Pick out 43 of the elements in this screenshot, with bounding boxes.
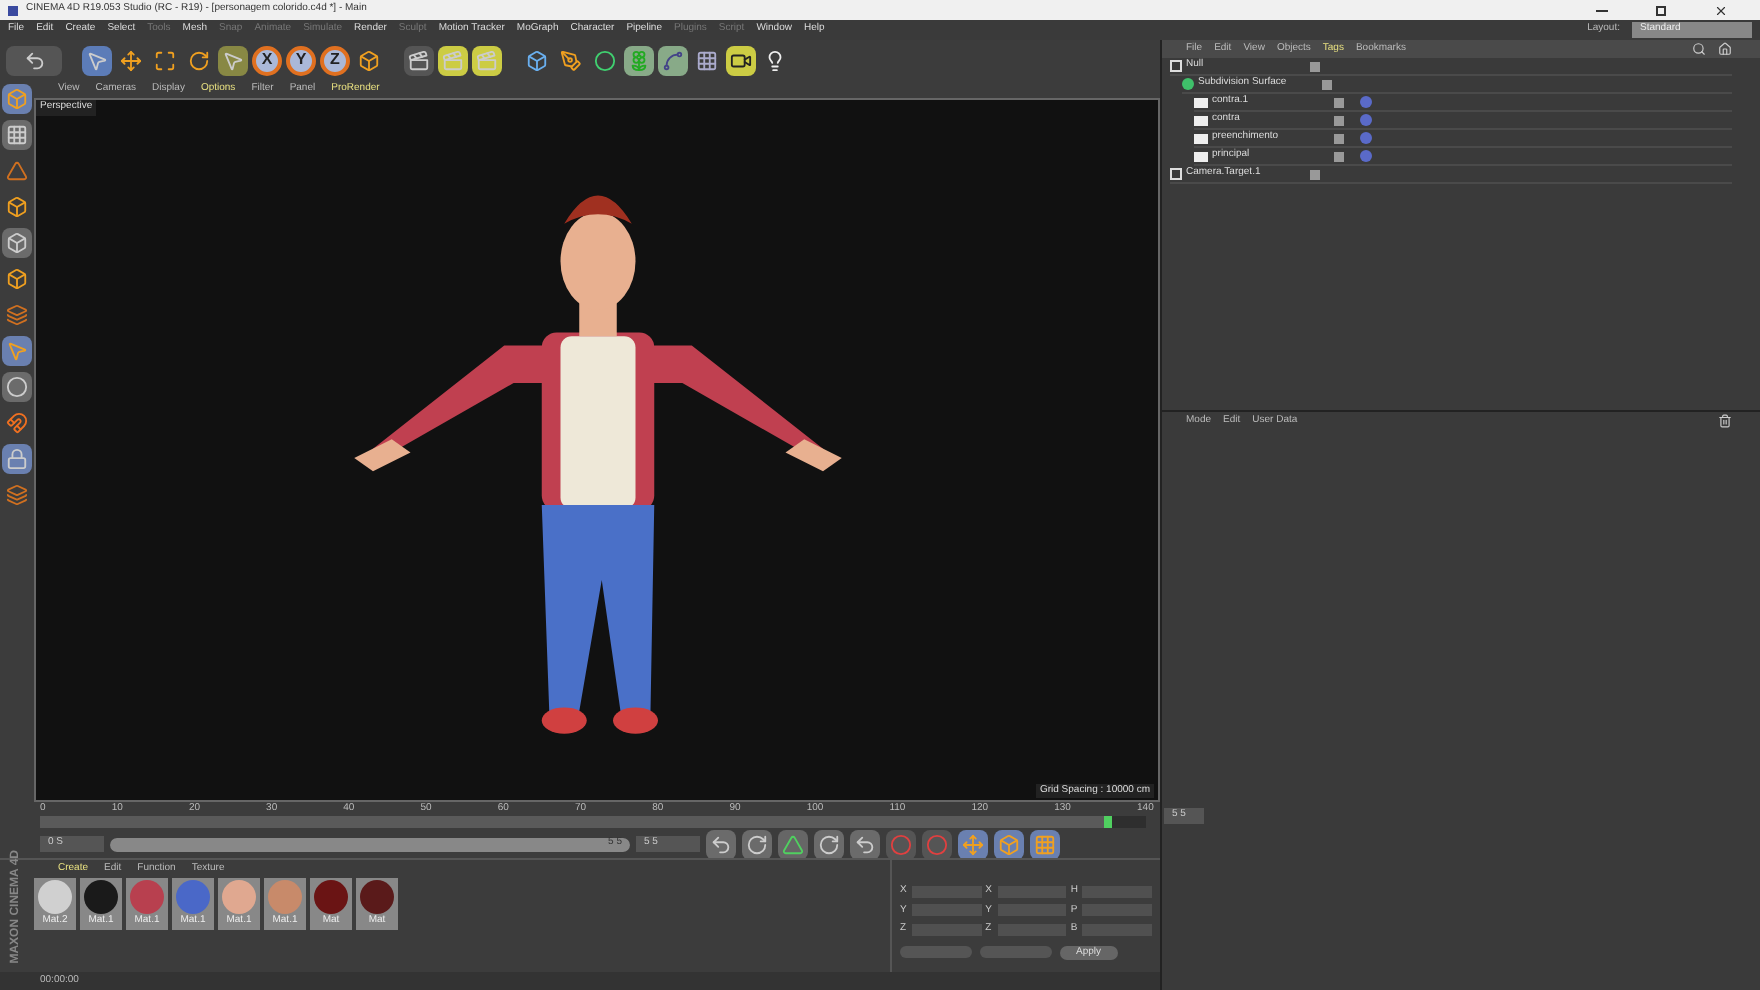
move-key-icon[interactable]	[958, 829, 988, 859]
select-icon[interactable]	[218, 45, 248, 75]
null-object-icon	[1170, 60, 1182, 72]
cube-icon[interactable]	[2, 228, 32, 258]
axis-lock-button[interactable]: Y	[286, 45, 316, 75]
flower-icon[interactable]	[624, 45, 654, 75]
home-icon[interactable]	[1718, 42, 1732, 56]
grid-icon[interactable]	[2, 120, 32, 150]
minimize-icon[interactable]	[1596, 9, 1608, 11]
camera-icon[interactable]	[726, 45, 756, 75]
magnet-icon[interactable]	[2, 408, 32, 438]
circle-icon[interactable]	[2, 372, 32, 402]
layers-icon[interactable]	[2, 300, 32, 330]
select-icon[interactable]	[82, 45, 112, 75]
undo-icon[interactable]	[6, 45, 62, 75]
clapperboard-icon[interactable]	[472, 45, 502, 75]
null-object-icon	[1170, 168, 1182, 180]
search-icon[interactable]	[1692, 42, 1706, 56]
pointer-icon[interactable]	[2, 336, 32, 366]
visibility-toggle-icon[interactable]	[1310, 169, 1320, 179]
clapperboard-icon[interactable]	[438, 45, 468, 75]
cube-icon[interactable]	[2, 192, 32, 222]
polygon-icon[interactable]	[2, 156, 32, 186]
play-icon[interactable]	[778, 829, 808, 859]
trash-icon[interactable]	[1718, 414, 1732, 428]
move-icon[interactable]	[116, 45, 146, 75]
cube-icon[interactable]	[2, 84, 32, 114]
grid-icon[interactable]	[1030, 829, 1060, 859]
clapperboard-icon[interactable]	[404, 45, 434, 75]
cube-icon[interactable]	[354, 45, 384, 75]
cube-icon[interactable]	[522, 45, 552, 75]
cube-icon[interactable]	[2, 264, 32, 294]
sphere-icon[interactable]	[590, 45, 620, 75]
axis-lock-button[interactable]: Z	[320, 45, 350, 75]
axis-lock-button[interactable]: X	[252, 45, 282, 75]
subdivision-object-icon	[1182, 78, 1194, 90]
layers-icon[interactable]	[2, 480, 32, 510]
app-icon	[8, 5, 18, 15]
lock-icon[interactable]	[2, 444, 32, 474]
maximize-icon[interactable]	[1656, 5, 1666, 15]
close-icon[interactable]	[1714, 3, 1728, 17]
pen-icon[interactable]	[556, 45, 586, 75]
deformer-icon[interactable]	[658, 45, 688, 75]
